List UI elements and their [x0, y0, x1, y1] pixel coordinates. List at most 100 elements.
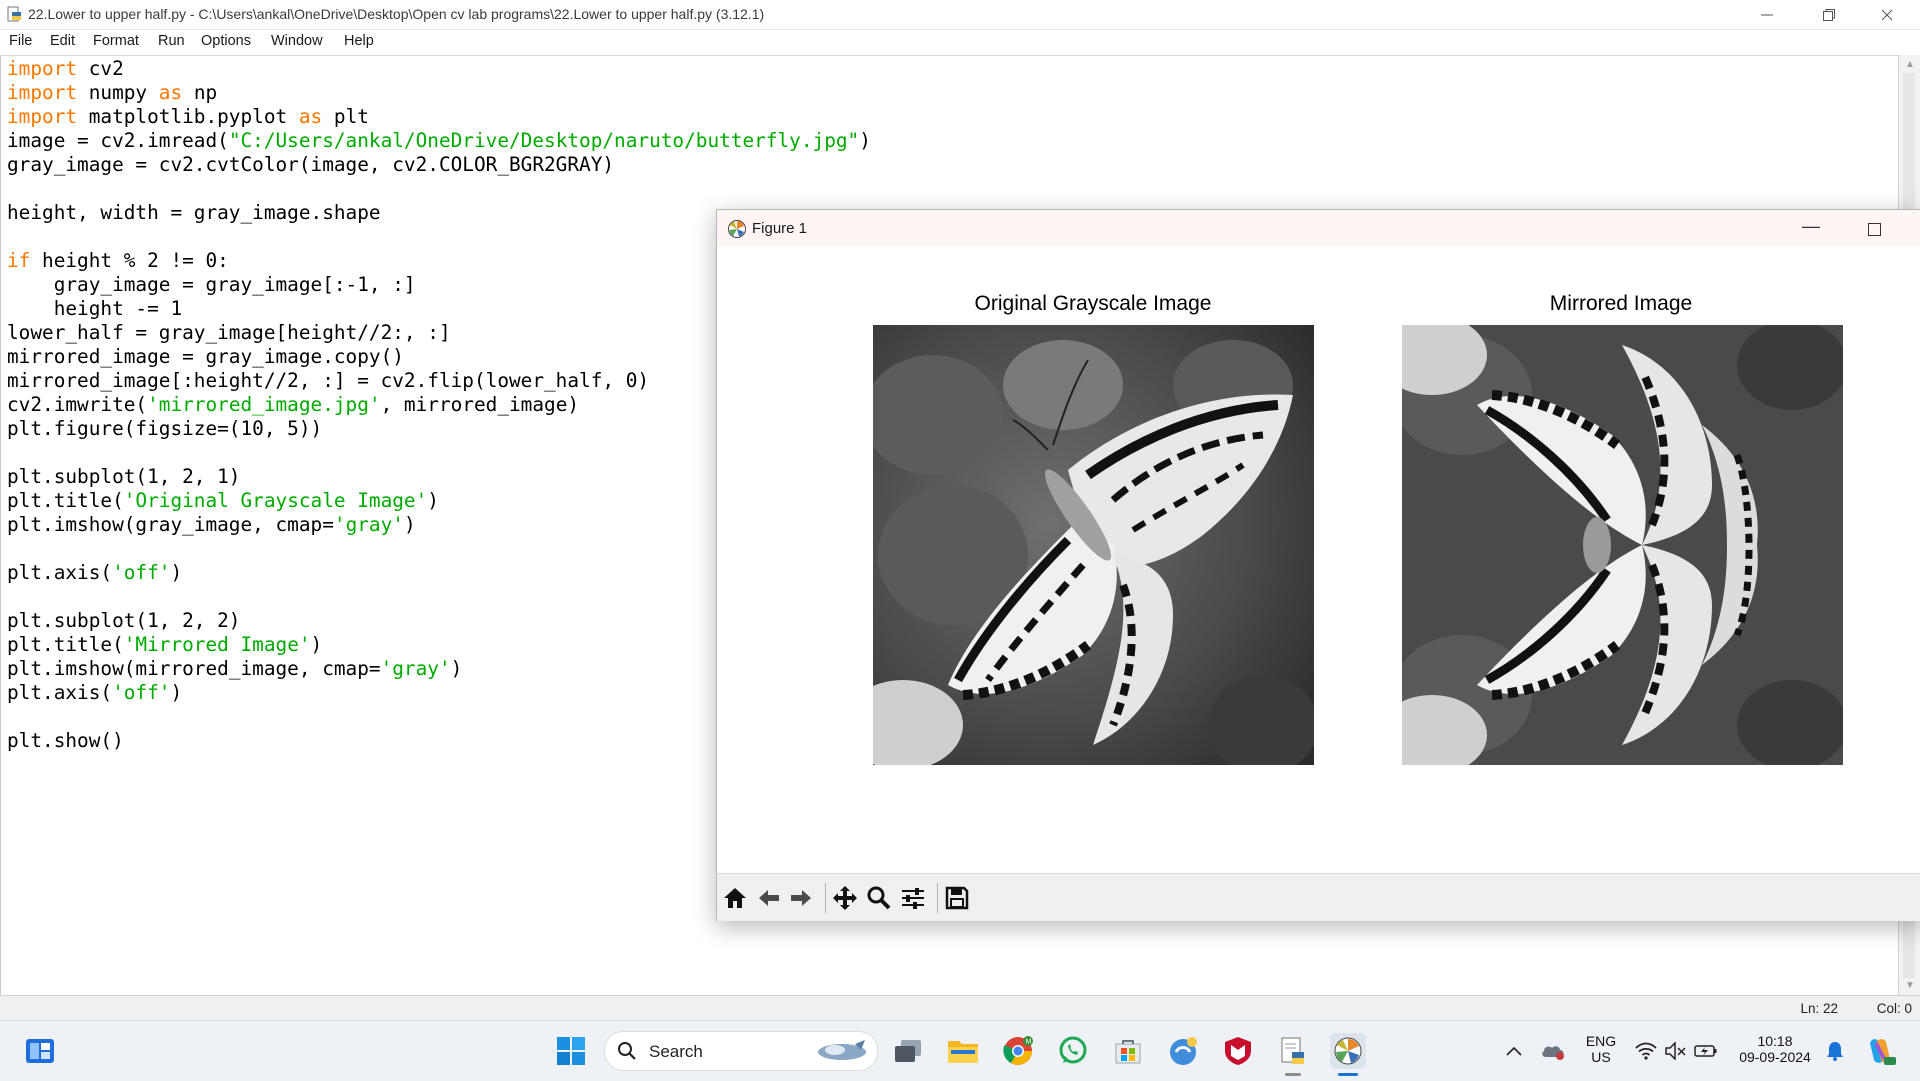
wifi-icon	[1635, 1042, 1657, 1060]
mcafee-shield-icon	[1225, 1037, 1251, 1065]
restore-button[interactable]	[1800, 0, 1858, 29]
menu-file[interactable]: File	[9, 33, 32, 49]
widgets-button[interactable]	[22, 1033, 58, 1069]
figure-titlebar: Figure 1 —	[717, 210, 1920, 246]
python-file-icon	[7, 6, 21, 22]
window-title: 22.Lower to upper half.py - C:\Users\ank…	[28, 6, 765, 22]
code-line[interactable]: image = cv2.imread("C:/Users/ankal/OneDr…	[7, 129, 871, 153]
clock-time: 10:18	[1757, 1033, 1793, 1049]
code-token: mirrored_image[:height//2, :] = cv2.flip…	[7, 369, 650, 392]
back-button[interactable]	[755, 884, 783, 912]
close-button[interactable]	[1858, 0, 1916, 29]
back-arrow-icon	[759, 890, 779, 906]
code-token: plt.axis(	[7, 681, 113, 704]
code-line[interactable]: import numpy as np	[7, 81, 871, 105]
code-token: plt.figure(figsize=(10, 5))	[7, 417, 323, 440]
store-icon	[1115, 1040, 1141, 1064]
zoom-button[interactable]	[865, 884, 893, 912]
battery-button[interactable]	[1688, 1033, 1724, 1069]
language-indicator[interactable]: ENG US	[1578, 1033, 1624, 1065]
forward-button[interactable]	[787, 884, 815, 912]
menu-bar: File Edit Format Run Options Window Help	[0, 30, 1920, 54]
active-indicator	[1338, 1073, 1358, 1076]
menu-help[interactable]: Help	[344, 33, 374, 49]
menu-format[interactable]: Format	[93, 33, 139, 49]
code-token: )	[859, 129, 871, 152]
code-token: height % 2 != 0:	[30, 249, 229, 272]
whatsapp-button[interactable]	[1055, 1033, 1091, 1069]
code-line[interactable]: gray_image = cv2.cvtColor(image, cv2.COL…	[7, 153, 871, 177]
matplotlib-icon	[728, 220, 746, 238]
copilot-button[interactable]	[1862, 1033, 1898, 1069]
show-hidden-icons-button[interactable]	[1496, 1033, 1532, 1069]
python-icon	[1170, 1037, 1197, 1065]
svg-text:M: M	[1026, 1039, 1032, 1046]
code-string: 'mirrored_image.jpg'	[147, 393, 381, 416]
code-token: plt	[322, 105, 369, 128]
figure-title: Figure 1	[752, 220, 808, 237]
figure-canvas[interactable]: Original Grayscale Image Mirrored Image	[717, 246, 1920, 882]
code-string: 'off'	[112, 681, 171, 704]
code-token: )	[450, 657, 463, 680]
matplotlib-button[interactable]	[1330, 1033, 1366, 1069]
clock[interactable]: 10:18 09-09-2024	[1730, 1033, 1820, 1065]
code-line[interactable]: import cv2	[7, 57, 871, 81]
scroll-up-icon[interactable]: ▲	[1905, 59, 1915, 70]
python-button[interactable]	[1165, 1033, 1201, 1069]
copilot-icon	[1870, 1039, 1896, 1065]
menu-run[interactable]: Run	[158, 33, 185, 49]
code-token: np	[182, 81, 218, 104]
file-explorer-button[interactable]	[945, 1033, 981, 1069]
code-token: cv2	[77, 57, 124, 80]
taskbar-search-box[interactable]: Search	[604, 1031, 878, 1071]
menu-window[interactable]: Window	[271, 33, 323, 49]
code-keyword: import	[7, 81, 78, 104]
subplot2-title: Mirrored Image	[1549, 292, 1693, 315]
microsoft-store-button[interactable]	[1110, 1033, 1146, 1069]
running-indicator	[1285, 1073, 1301, 1076]
volume-muted-icon	[1665, 1042, 1686, 1060]
code-keyword: import	[7, 57, 78, 80]
zoom-icon	[867, 886, 891, 910]
figure-minimize-button[interactable]: —	[1802, 216, 1820, 237]
code-keyword: import	[7, 105, 78, 128]
idle-editor-icon	[1281, 1037, 1304, 1064]
mcafee-button[interactable]	[1220, 1033, 1256, 1069]
chrome-icon: M	[1003, 1036, 1033, 1065]
code-token: gray_image = gray_image[:-1, :]	[7, 273, 416, 296]
code-line[interactable]	[7, 177, 871, 201]
home-button[interactable]	[721, 884, 749, 912]
task-view-button[interactable]	[890, 1033, 926, 1069]
code-line[interactable]: import matplotlib.pyplot as plt	[7, 105, 871, 129]
menu-options[interactable]: Options	[201, 33, 251, 49]
mirrored-image	[1402, 325, 1843, 765]
search-highlight-icon	[818, 1040, 866, 1060]
start-button[interactable]	[553, 1033, 589, 1069]
search-label: Search	[649, 1042, 703, 1061]
menu-edit[interactable]: Edit	[50, 33, 75, 49]
battery-charging-icon	[1694, 1045, 1717, 1057]
status-line: Ln: 22	[1800, 1001, 1838, 1016]
configure-subplots-button[interactable]	[899, 884, 927, 912]
code-token: height -= 1	[7, 297, 183, 320]
figure-maximize-button[interactable]	[1868, 223, 1881, 236]
idle-button[interactable]	[1275, 1033, 1311, 1069]
pan-button[interactable]	[831, 884, 859, 912]
onedrive-button[interactable]	[1535, 1033, 1571, 1069]
code-token: , mirrored_image)	[380, 393, 580, 416]
region-code: US	[1591, 1049, 1611, 1065]
save-button[interactable]	[943, 884, 971, 912]
code-token: plt.subplot(1, 2, 2)	[7, 609, 241, 632]
figure-window[interactable]: Figure 1 — Original Grayscale Image Mirr…	[716, 209, 1920, 921]
toolbar-separator	[937, 883, 938, 913]
code-string: 'Original Grayscale Image'	[123, 489, 428, 512]
minimize-button[interactable]	[1738, 0, 1796, 29]
notifications-button[interactable]	[1817, 1033, 1853, 1069]
scroll-down-icon[interactable]: ▼	[1905, 980, 1915, 991]
code-string: 'off'	[112, 561, 171, 584]
code-token: lower_half = gray_image[height//2:, :]	[7, 321, 451, 344]
code-token: plt.show()	[7, 729, 124, 752]
minimize-icon	[1761, 14, 1773, 15]
matplotlib-icon	[1334, 1037, 1362, 1065]
chrome-button[interactable]: M	[1000, 1033, 1036, 1069]
